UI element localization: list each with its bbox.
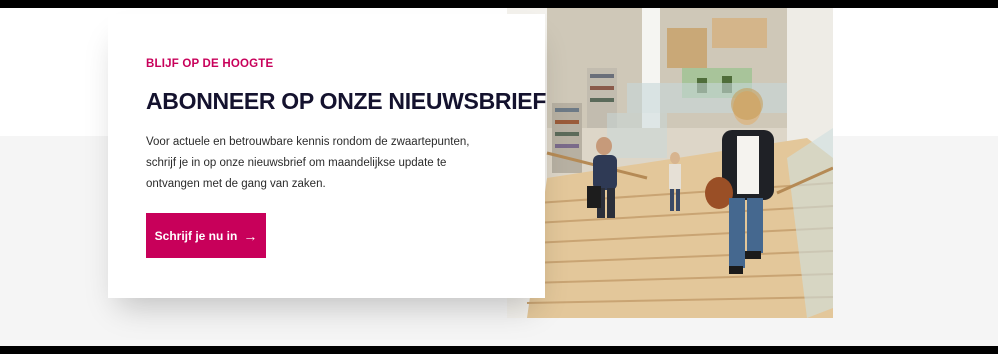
newsletter-title: ABONNEER OP ONZE NIEUWSBRIEF xyxy=(146,88,547,114)
subscribe-button[interactable]: Schrijf je nu in → xyxy=(146,213,266,258)
newsletter-card: BLIJF OP DE HOOGTE ABONNEER OP ONZE NIEU… xyxy=(108,14,547,298)
library-staircase-photo xyxy=(507,8,833,318)
newsletter-description: Voor actuele en betrouwbare kennis rondo… xyxy=(146,136,470,190)
arrow-right-icon: → xyxy=(243,227,258,244)
eyebrow-label: BLIJF OP DE HOOGTE xyxy=(146,58,274,70)
subscribe-button-label: Schrijf je nu in xyxy=(154,228,238,243)
